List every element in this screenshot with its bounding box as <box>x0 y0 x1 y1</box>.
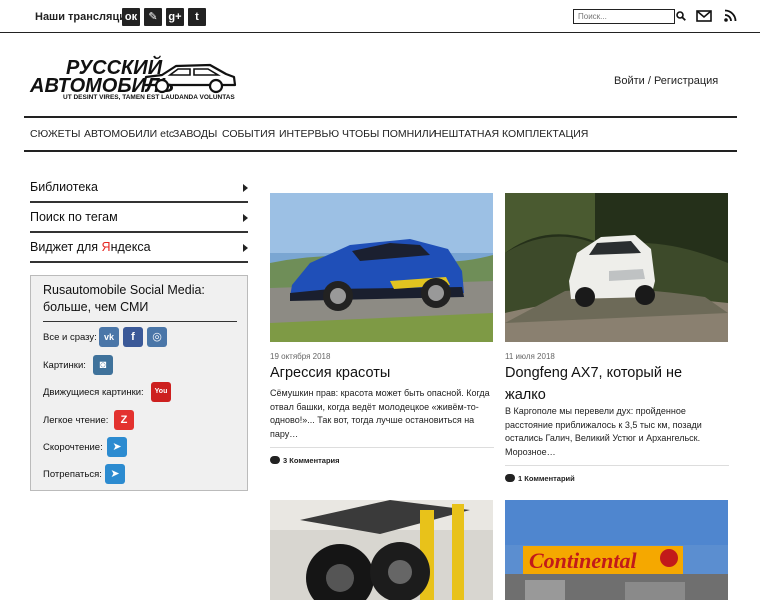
widget-title: Rusautomobile Social Media: больше, чем … <box>43 282 237 322</box>
widget-row-label: Движущиеся картинки: <box>43 387 144 398</box>
sidebar-item-yandex-widget[interactable]: Виджет для Яндекса <box>30 234 248 263</box>
blue-crossover-photo <box>270 193 493 342</box>
site-logo[interactable]: РУССКИЙ АВТОМОБИЛЬ UT DESINT VIRES, TAME… <box>30 57 240 107</box>
search-icon[interactable] <box>676 11 686 21</box>
post-excerpt: В Каргополе мы перевели дух: пройденное … <box>505 406 702 457</box>
continental-sign-text: Continental <box>529 548 637 573</box>
telegram-icon[interactable]: ➤ <box>107 437 127 457</box>
sidebar-item-label: Библиотека <box>30 180 98 194</box>
widget-row-label: Легкое чтение: <box>43 415 109 426</box>
post-comments-link[interactable]: 1 Комментарий <box>505 474 575 483</box>
chevron-right-icon <box>243 244 248 252</box>
comment-icon <box>270 456 280 464</box>
login-register-link[interactable]: Войти / Регистрация <box>614 75 718 87</box>
logo-car-icon <box>142 63 237 94</box>
white-suv-photo <box>505 193 728 342</box>
chevron-right-icon <box>243 184 248 192</box>
widget-row-label: Скорочтение: <box>43 442 103 453</box>
sidebar-item-tag-search[interactable]: Поиск по тегам <box>30 204 248 233</box>
odnoklassniki-icon[interactable]: ок <box>122 8 140 26</box>
comment-icon <box>505 474 515 482</box>
sidebar-item-label: Виджет для Яндекса <box>30 240 151 254</box>
comments-count: 3 Комментария <box>283 456 340 465</box>
nav-item-zavody[interactable]: ЗАВОДЫ <box>173 128 217 140</box>
nav-item-neshtatnaya[interactable]: НЕШТАТНАЯ КОМПЛЕКТАЦИЯ <box>434 128 588 140</box>
search-input[interactable] <box>573 9 675 24</box>
post-image-continental[interactable]: Continental <box>505 500 728 600</box>
post-image-tires[interactable] <box>270 500 493 600</box>
yandex-prefix: Виджет для <box>30 240 102 254</box>
top-bar: Наши трансляции: ок ✎ g+ t <box>0 0 760 33</box>
widget-row-label: Картинки: <box>43 360 86 371</box>
post-date: 19 октября 2018 <box>270 352 331 361</box>
continental-sign-photo: Continental <box>505 500 728 600</box>
livejournal-icon[interactable]: ✎ <box>144 8 162 26</box>
sidebar-item-library[interactable]: Библиотека <box>30 174 248 203</box>
post-title[interactable]: Dongfeng AX7, который не жалко <box>505 362 725 406</box>
nav-item-syuzhety[interactable]: СЮЖЕТЫ <box>30 128 80 140</box>
opera-icon[interactable]: ◎ <box>147 327 167 347</box>
comments-count: 1 Комментарий <box>518 474 575 483</box>
logo-motto: UT DESINT VIRES, TAMEN EST LAUDANDA VOLU… <box>63 94 235 101</box>
mail-icon[interactable] <box>696 10 712 22</box>
widget-row-label: Потрепаться: <box>43 469 102 480</box>
rss-icon[interactable] <box>724 9 737 22</box>
social-media-widget: Rusautomobile Social Media: больше, чем … <box>30 275 248 491</box>
youtube-icon[interactable]: You <box>151 382 171 402</box>
post-comments-link[interactable]: 3 Комментария <box>270 456 340 465</box>
nav-item-intervyu[interactable]: ИНТЕРВЬЮ <box>279 128 339 140</box>
chevron-right-icon <box>243 214 248 222</box>
post-title[interactable]: Агрессия красоты <box>270 362 490 384</box>
zen-icon[interactable]: Z <box>114 410 134 430</box>
post-date: 11 июля 2018 <box>505 352 555 361</box>
sidebar-item-label: Поиск по тегам <box>30 210 118 224</box>
instagram-icon[interactable]: ◙ <box>93 355 113 375</box>
yandex-y: Я <box>101 240 111 254</box>
nav-item-sobytiya[interactable]: СОБЫТИЯ <box>222 128 275 140</box>
main-nav: СЮЖЕТЫ АВТОМОБИЛИ etc ЗАВОДЫ СОБЫТИЯ ИНТ… <box>24 116 737 152</box>
twitter-icon[interactable]: t <box>188 8 206 26</box>
nav-item-chtoby-pomnili[interactable]: ЧТОБЫ ПОМНИЛИ <box>342 128 436 140</box>
yandex-rest: ндекса <box>110 240 151 254</box>
post-divider <box>270 447 494 448</box>
post-excerpt: Сёмушкин прав: красота может быть опасно… <box>270 388 490 439</box>
post-divider <box>505 465 729 466</box>
tire-display-photo <box>270 500 493 600</box>
facebook-icon[interactable]: f <box>123 327 143 347</box>
post-image-toyota[interactable] <box>270 193 493 342</box>
widget-row-label: Все и сразу: <box>43 332 97 343</box>
nav-item-avtomobili[interactable]: АВТОМОБИЛИ etc <box>84 128 174 140</box>
googleplus-icon[interactable]: g+ <box>166 8 184 26</box>
telegram-chat-icon[interactable]: ➤ <box>105 464 125 484</box>
vk-icon[interactable]: vk <box>99 327 119 347</box>
post-image-dongfeng[interactable] <box>505 193 728 342</box>
